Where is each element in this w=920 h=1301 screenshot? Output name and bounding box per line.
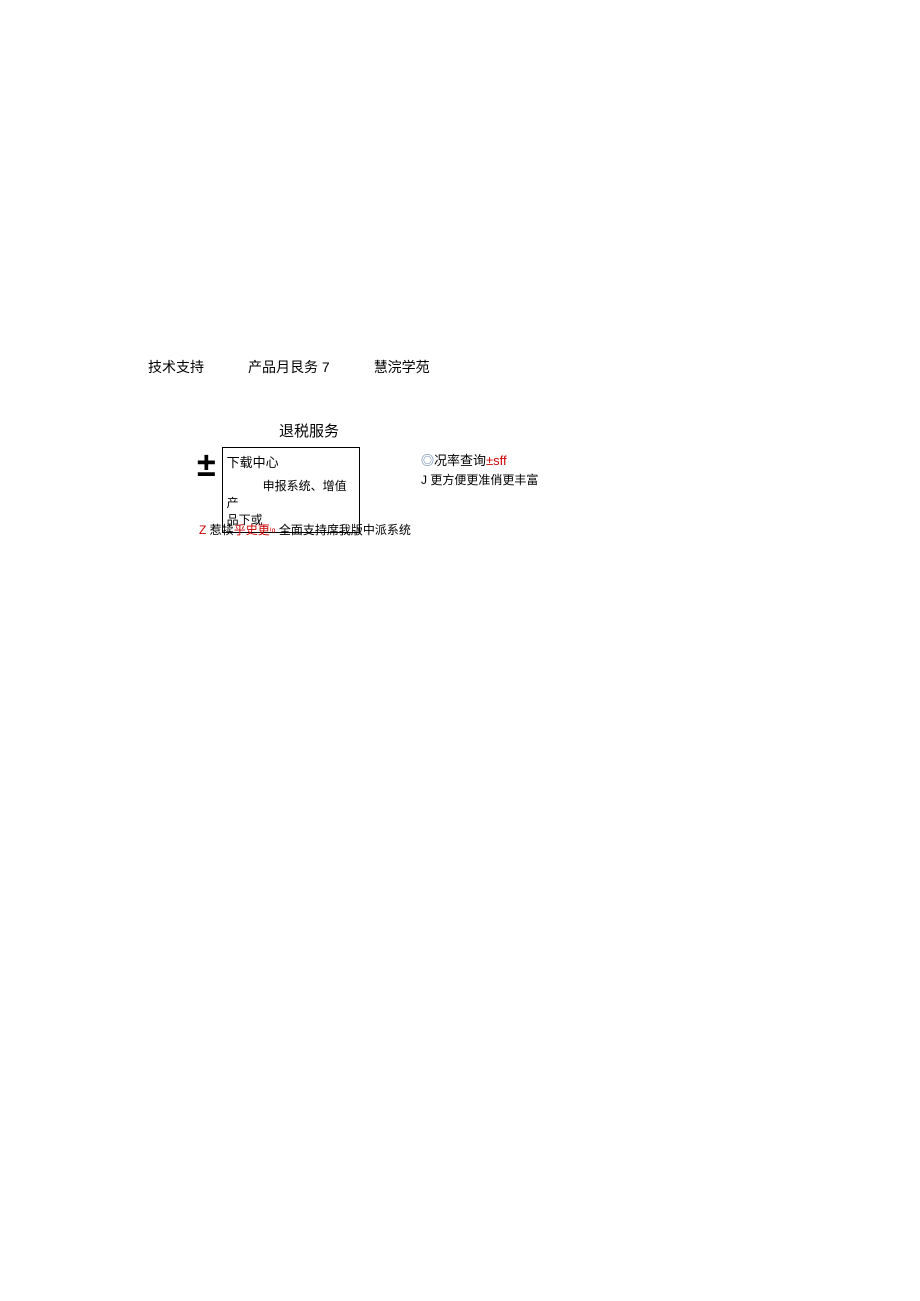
- plus-minus-icon: ±: [197, 447, 216, 479]
- rate-sub-text: J 更方便更准俏更丰富: [421, 471, 538, 488]
- bottom-red1: 乎史更: [234, 523, 270, 537]
- bottom-part1: 惹犊: [206, 523, 233, 537]
- download-center-line2: 申报系统、增值产: [227, 477, 355, 511]
- nav-product-service[interactable]: 产品月艮务 7: [248, 357, 330, 377]
- bottom-line: Z 惹犊乎史更!ɑ 全面支持席我版中派系统: [199, 521, 411, 538]
- rate-block: ◎况率查询±sff J 更方便更准俏更丰富: [421, 450, 538, 488]
- download-center-title: 下载中心: [227, 455, 279, 470]
- rate-query-text: 况率查询: [434, 453, 486, 468]
- nav-academy[interactable]: 慧浣学苑: [374, 357, 430, 377]
- rate-query-line[interactable]: ◎况率查询±sff: [421, 450, 538, 469]
- nav-row: 技术支持 产品月艮务 7 慧浣学苑: [148, 357, 430, 377]
- nav-tech-support[interactable]: 技术支持: [148, 357, 204, 377]
- section-title-tax-refund: 退税服务: [279, 420, 339, 441]
- rate-suffix: ±sff: [486, 453, 507, 468]
- circle-icon: ◎: [421, 453, 434, 468]
- bottom-part2: 全面支持席我版中派系统: [276, 523, 411, 537]
